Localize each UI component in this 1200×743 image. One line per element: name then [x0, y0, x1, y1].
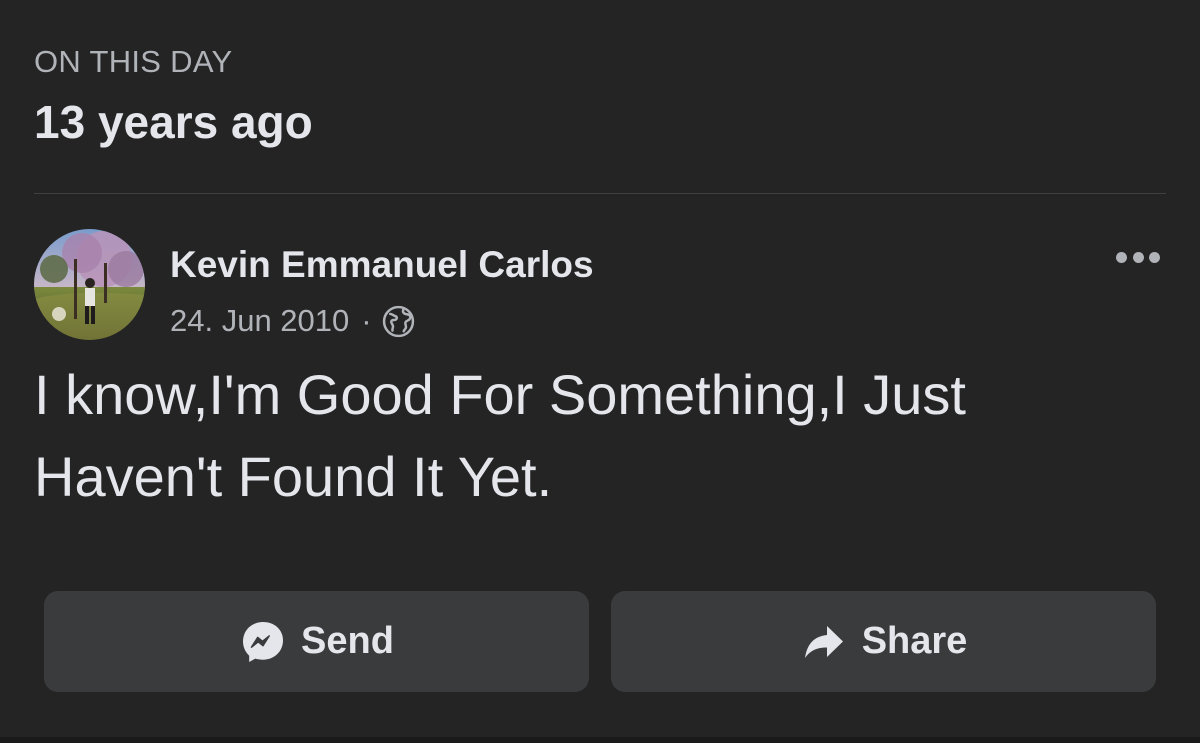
memory-card-screen: ON THIS DAY 13 years ago Kevin Emmanuel …: [0, 0, 1200, 743]
post-header: Kevin Emmanuel Carlos 24. Jun 2010 ·: [34, 229, 1166, 341]
post-text-line: Haven't Found It Yet.: [34, 445, 553, 508]
meta-separator: ·: [361, 303, 372, 338]
avatar-photo: [34, 229, 145, 340]
bottom-edge: [0, 737, 1200, 743]
more-dot: [1149, 251, 1160, 263]
post-meta: 24. Jun 2010 ·: [170, 301, 415, 341]
more-options-button[interactable]: [1116, 247, 1160, 267]
share-button[interactable]: Share: [611, 591, 1156, 692]
share-arrow-icon: [804, 625, 843, 658]
author-name[interactable]: Kevin Emmanuel Carlos: [170, 243, 594, 287]
more-dot: [1132, 251, 1144, 263]
years-ago-title: 13 years ago: [34, 96, 313, 148]
post-text-line: I know,I'm Good For Something,I Just: [34, 363, 966, 426]
send-button[interactable]: Send: [44, 591, 589, 692]
messenger-icon: [243, 621, 284, 662]
divider: [34, 193, 1166, 194]
globe-icon: [382, 305, 414, 337]
more-dot: [1116, 251, 1127, 263]
on-this-day-label: ON THIS DAY: [34, 44, 233, 79]
action-buttons: Send Share: [44, 591, 1156, 692]
post-text: I know,I'm Good For Something,I Just Hav…: [34, 354, 1154, 518]
share-button-label: Share: [861, 620, 968, 662]
memory-header: ON THIS DAY 13 years ago: [34, 40, 313, 150]
post-date[interactable]: 24. Jun 2010: [170, 301, 349, 341]
avatar[interactable]: [34, 229, 145, 340]
send-button-label: Send: [301, 620, 394, 662]
